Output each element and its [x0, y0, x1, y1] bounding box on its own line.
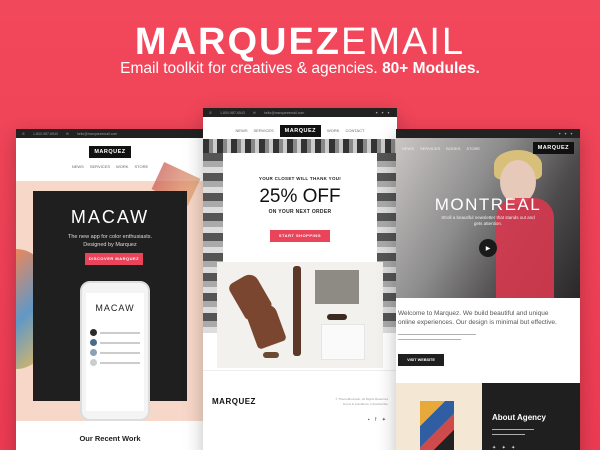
phone-icon: ✆: [22, 131, 25, 136]
nav-item-news[interactable]: NEWS: [402, 146, 414, 151]
section-title: Our Recent Work: [79, 434, 141, 443]
hero-description-line: Designed by Marquez: [83, 242, 137, 248]
phone-icon: ✆: [209, 110, 212, 115]
about-placeholder: ▬▬▬▬▬▬▬▬▬▬▬▬▬▬ ▬▬▬▬▬▬▬▬▬▬▬: [492, 427, 534, 436]
topbar-phone: 1-800-987-6543: [219, 110, 245, 115]
about-panel: About Agency ▬▬▬▬▬▬▬▬▬▬▬▬▬▬ ▬▬▬▬▬▬▬▬▬▬▬ ✦…: [482, 383, 580, 450]
topbar-email: hello@marquezemail.com: [76, 131, 118, 136]
hero-description: The new app for color enthusiasts. Desig…: [16, 233, 204, 249]
hero-title: MARQUEZEMAIL: [0, 22, 600, 62]
logo[interactable]: MARQUEZ: [532, 142, 574, 154]
topbar-email: hello@marquezemail.com: [263, 110, 305, 115]
photo-strip: [203, 139, 397, 153]
swatch-bar: [100, 361, 140, 364]
belt-image: [293, 266, 301, 356]
pants-image: [315, 270, 359, 304]
nav-item-news[interactable]: NEWS: [72, 164, 84, 169]
hero-headline: MONTREAL: [434, 195, 542, 214]
swatch-row: [90, 349, 140, 356]
nav-item-news[interactable]: NEWS: [236, 128, 248, 133]
swatch: [90, 359, 97, 366]
start-shopping-button[interactable]: START SHOPPING: [270, 230, 330, 242]
swatch-bar: [100, 351, 140, 354]
topbar: ✆ 1-800-987-6543 ✉ hello@marquezemail.co…: [16, 129, 204, 138]
hero-description-line: The new app for color enthusiasts.: [67, 234, 153, 240]
topbar-phone: 1-800-987-6543: [32, 131, 58, 136]
nav-item-contact[interactable]: CONTACT: [345, 128, 364, 133]
swatch: [90, 349, 97, 356]
play-button[interactable]: ▶: [479, 239, 497, 257]
swatch-row: [90, 329, 140, 336]
art-detail: [420, 401, 454, 450]
email-preview-macaw: ✆ 1-800-987-6543 ✉ hello@marquezemail.co…: [16, 129, 204, 450]
visit-website-button[interactable]: VISIT WEBSITE: [398, 354, 444, 366]
offer-subline: ON YOUR NEXT ORDER: [268, 209, 332, 215]
nav-item-services[interactable]: SERVICES: [420, 146, 440, 151]
welcome-text: Welcome to Marquez. We build beautiful a…: [398, 310, 557, 326]
topbar: ✦ ✦ ✦: [396, 129, 580, 138]
swatch: [90, 339, 97, 346]
nav-item-store[interactable]: STORE: [134, 164, 148, 169]
swatch-bar: [100, 341, 140, 344]
hero-subtitle-plain: Email toolkit for creatives & agencies.: [120, 60, 378, 77]
nav-item-books[interactable]: BOOKS: [446, 146, 460, 151]
social-icons[interactable]: ▪ f ✦: [368, 417, 388, 423]
social-icons: ✦ ✦ ✦: [558, 131, 574, 136]
body-placeholder: ▬▬▬▬▬▬▬▬▬▬▬▬▬▬▬▬▬▬▬▬▬▬▬▬▬▬ ▬▬▬▬▬▬▬▬▬▬▬▬▬▬…: [398, 332, 476, 341]
phone-logo: MACAW: [95, 303, 135, 313]
about-title: About Agency: [492, 413, 546, 422]
hero-subtitle: Email toolkit for creatives & agencies. …: [0, 60, 600, 78]
topbar: ✆ 1-800-987-6543 ✉ hello@marquezemail.co…: [203, 108, 397, 117]
swatch-row: [90, 339, 140, 346]
footer-fine-print: © ThemeMountain, All Rights Reserved Ter…: [328, 397, 388, 407]
footer: MARQUEZ © ThemeMountain, All Rights Rese…: [203, 370, 397, 450]
logo[interactable]: MARQUEZ: [89, 145, 131, 158]
art-image: [396, 383, 482, 450]
phone-mockup: MACAW: [80, 281, 150, 421]
email-preview-montreal: ✦ ✦ ✦ NEWS SERVICES BOOKS STORE MARQUEZ …: [396, 129, 580, 450]
mail-icon: ✉: [65, 131, 69, 136]
hero-headline: MACAW: [70, 207, 150, 227]
hero-subline: Stroll a beautiful newsletter that stand…: [441, 215, 535, 226]
phone-screen: MACAW: [86, 293, 144, 411]
product-photo: [217, 262, 383, 368]
email-preview-sale: ✆ 1-800-987-6543 ✉ hello@marquezemail.co…: [203, 108, 397, 450]
swatch-bar: [100, 331, 140, 334]
hero-title-thin: EMAIL: [341, 21, 466, 63]
sunglasses-image: [327, 314, 347, 320]
promo-line: YOUR CLOSET WILL THANK YOU!: [258, 176, 342, 181]
discover-button[interactable]: DISCOVER MARQUEZ: [85, 253, 143, 265]
nav-item-store[interactable]: STORE: [466, 146, 480, 151]
hero-title-bold: MARQUEZ: [134, 21, 342, 63]
boot-image: [245, 302, 287, 350]
nav: NEWS SERVICES WORK STORE: [72, 160, 148, 174]
watch-image: [263, 352, 279, 358]
hero-subtitle-bold: 80+ Modules.: [382, 60, 480, 77]
nav-item-work[interactable]: WORK: [327, 128, 339, 133]
social-icons: ✦ ✦ ✦: [375, 110, 391, 115]
swatch-list: [86, 329, 144, 366]
footer-links[interactable]: Terms & Conditions | Unsubscribe: [328, 402, 388, 407]
tshirt-image: [321, 324, 365, 360]
mail-icon: ✉: [252, 110, 256, 115]
offer-headline: 25% OFF: [259, 186, 341, 207]
swatch: [90, 329, 97, 336]
nav: NEWS SERVICES BOOKS STORE MARQUEZ: [396, 138, 580, 158]
footer-logo[interactable]: MARQUEZ: [212, 397, 256, 406]
nav-item-work[interactable]: WORK: [116, 164, 128, 169]
nav-item-services[interactable]: SERVICES: [254, 128, 274, 133]
logo[interactable]: MARQUEZ: [279, 124, 321, 137]
nav-item-services[interactable]: SERVICES: [90, 164, 110, 169]
social-icons[interactable]: ✦ ✦ ✦: [492, 445, 517, 450]
swatch-row: [90, 359, 140, 366]
play-icon: ▶: [485, 245, 491, 252]
